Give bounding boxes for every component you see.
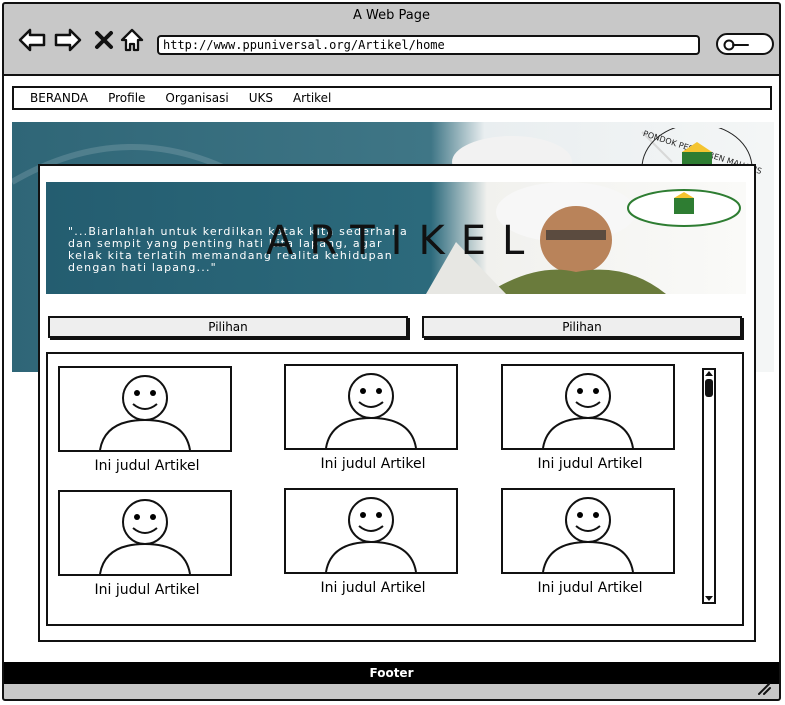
scroll-up-arrow-icon[interactable] bbox=[705, 371, 713, 376]
article-thumbnail-placeholder bbox=[501, 364, 675, 450]
article-card[interactable]: Ini judul Artikel bbox=[284, 364, 462, 472]
filter-dropdown-left[interactable]: Pilihan bbox=[48, 316, 408, 338]
resize-grip-icon[interactable] bbox=[757, 683, 771, 695]
menu-item-organisasi[interactable]: Organisasi bbox=[165, 91, 228, 105]
article-list-scrollbar[interactable] bbox=[702, 368, 716, 604]
menu-item-uks[interactable]: UKS bbox=[249, 91, 273, 105]
page-viewport: BERANDA Profile Organisasi UKS Artikel P… bbox=[4, 74, 779, 684]
home-icon[interactable] bbox=[116, 24, 148, 56]
article-list: Ini judul Artikel Ini judul Artikel Ini … bbox=[46, 352, 744, 626]
menu-item-beranda[interactable]: BERANDA bbox=[30, 91, 88, 105]
article-title[interactable]: Ini judul Artikel bbox=[58, 582, 236, 598]
banner-title: ARTIKEL bbox=[266, 218, 541, 264]
article-title[interactable]: Ini judul Artikel bbox=[284, 456, 462, 472]
browser-search-field[interactable] bbox=[716, 33, 774, 55]
article-thumbnail-placeholder bbox=[58, 490, 232, 576]
article-title[interactable]: Ini judul Artikel bbox=[284, 580, 462, 596]
browser-window: A Web Page http://www.ppuniversal.org/Ar… bbox=[2, 2, 781, 701]
main-menu: BERANDA Profile Organisasi UKS Artikel bbox=[12, 86, 772, 110]
menu-item-profile[interactable]: Profile bbox=[108, 91, 145, 105]
menu-item-artikel[interactable]: Artikel bbox=[293, 91, 331, 105]
article-thumbnail-placeholder bbox=[58, 366, 232, 452]
search-icon bbox=[723, 39, 749, 51]
article-banner: "...Biarlahlah untuk kerdilkan kotak kit… bbox=[46, 182, 746, 294]
article-title[interactable]: Ini judul Artikel bbox=[501, 456, 679, 472]
page-footer: Footer bbox=[4, 662, 779, 684]
article-thumbnail-placeholder bbox=[284, 488, 458, 574]
article-title[interactable]: Ini judul Artikel bbox=[58, 458, 236, 474]
article-card[interactable]: Ini judul Artikel bbox=[501, 364, 679, 472]
article-title[interactable]: Ini judul Artikel bbox=[501, 580, 679, 596]
address-bar[interactable]: http://www.ppuniversal.org/Artikel/home bbox=[157, 35, 700, 55]
filter-dropdown-right[interactable]: Pilihan bbox=[422, 316, 742, 338]
pesantren-seal-logo bbox=[627, 189, 741, 227]
article-card[interactable]: Ini judul Artikel bbox=[58, 366, 236, 474]
articles-panel: "...Biarlahlah untuk kerdilkan kotak kit… bbox=[38, 164, 756, 642]
forward-arrow-icon[interactable] bbox=[52, 24, 84, 56]
back-arrow-icon[interactable] bbox=[16, 24, 48, 56]
article-card[interactable]: Ini judul Artikel bbox=[284, 488, 462, 596]
scroll-down-arrow-icon[interactable] bbox=[705, 596, 713, 601]
window-title: A Web Page bbox=[353, 8, 430, 23]
article-card[interactable]: Ini judul Artikel bbox=[58, 490, 236, 598]
article-thumbnail-placeholder bbox=[501, 488, 675, 574]
scrollbar-thumb[interactable] bbox=[705, 379, 713, 397]
article-card[interactable]: Ini judul Artikel bbox=[501, 488, 679, 596]
article-thumbnail-placeholder bbox=[284, 364, 458, 450]
